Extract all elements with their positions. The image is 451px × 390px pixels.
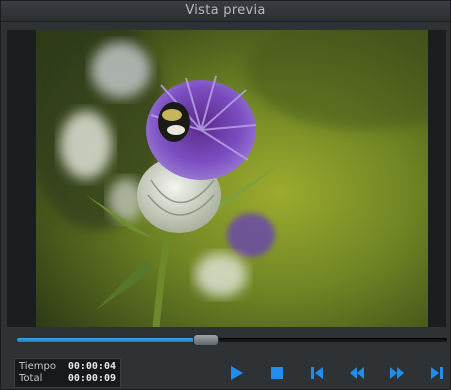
skip-to-end-button[interactable] <box>427 363 447 383</box>
play-button[interactable] <box>227 363 247 383</box>
video-frame <box>7 30 446 327</box>
rewind-button[interactable] <box>347 363 367 383</box>
fast-forward-button[interactable] <box>387 363 407 383</box>
skip-to-start-button[interactable] <box>307 363 327 383</box>
total-label: Total <box>19 373 43 384</box>
rewind-icon <box>350 367 364 379</box>
elapsed-label: Tiempo <box>19 361 56 372</box>
time-display: Tiempo 00:00:04 Total 00:00:09 <box>14 358 121 388</box>
skip-start-icon <box>311 367 323 379</box>
preview-window: Vista previa Tiempo 00:00:04 Total 00:00… <box>0 0 451 390</box>
seek-progress <box>17 338 207 342</box>
play-icon <box>231 366 243 380</box>
seek-thumb[interactable] <box>193 334 220 346</box>
fast-forward-icon <box>390 367 404 379</box>
total-time: 00:00:09 <box>67 373 116 384</box>
skip-end-icon <box>431 367 443 379</box>
seek-slider[interactable] <box>17 334 447 346</box>
stop-icon <box>271 367 283 379</box>
playback-controls <box>227 363 447 383</box>
elapsed-time: 00:00:04 <box>67 361 116 372</box>
stop-button[interactable] <box>267 363 287 383</box>
video-preview-image <box>36 30 428 327</box>
window-title: Vista previa <box>1 1 450 22</box>
